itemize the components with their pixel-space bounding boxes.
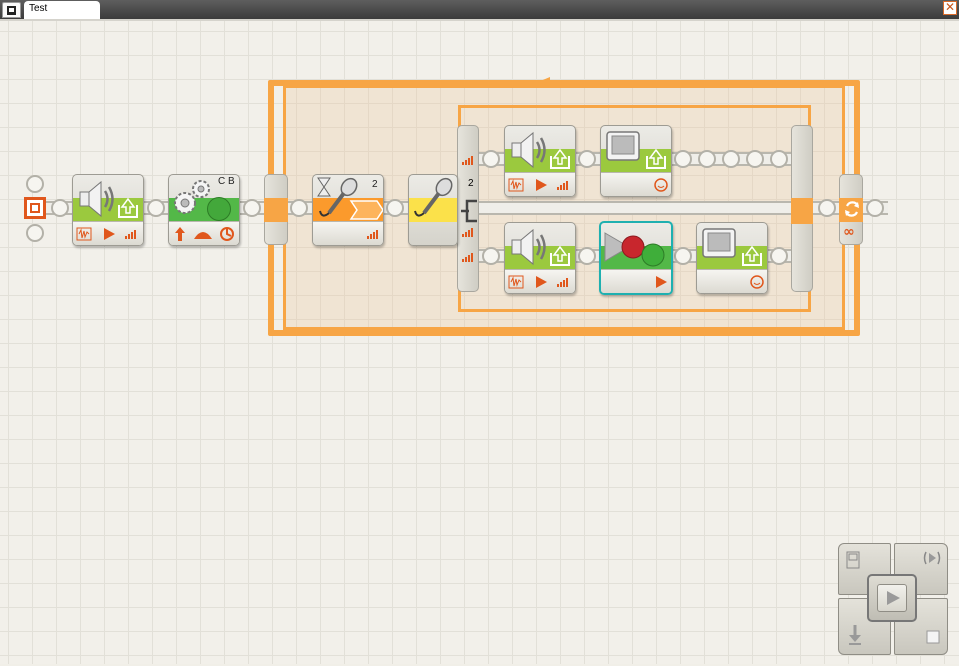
connector bbox=[386, 199, 404, 217]
duration-icon bbox=[220, 227, 234, 241]
volume-icon bbox=[125, 230, 137, 239]
play-icon bbox=[536, 276, 547, 288]
program-icon[interactable] bbox=[2, 2, 21, 18]
download-and-run-button[interactable] bbox=[867, 574, 917, 622]
display-block-upper[interactable] bbox=[600, 125, 672, 197]
connector bbox=[482, 247, 500, 265]
start-slot[interactable] bbox=[26, 224, 44, 242]
sound-block-lower[interactable] bbox=[504, 222, 576, 294]
tab-test[interactable]: Test bbox=[24, 1, 100, 19]
loop-direction-arrow-icon bbox=[538, 77, 564, 87]
display-icon bbox=[702, 228, 736, 258]
volume-icon bbox=[557, 181, 569, 190]
speaker-icon bbox=[511, 131, 546, 169]
program-canvas[interactable]: 2 ∞ C B 2 bbox=[0, 21, 959, 664]
switch-right-pillar[interactable] bbox=[791, 125, 813, 292]
connector bbox=[578, 247, 596, 265]
play-icon bbox=[887, 591, 900, 605]
signal-icon bbox=[367, 230, 379, 239]
smiley-icon bbox=[654, 178, 668, 192]
connector bbox=[482, 150, 500, 168]
power-indicator bbox=[207, 197, 231, 221]
record-play-block[interactable] bbox=[599, 221, 673, 295]
start-slot[interactable] bbox=[26, 175, 44, 193]
connector bbox=[674, 247, 692, 265]
title-bar: Test ✕ bbox=[0, 0, 959, 19]
upload-arrow-icon bbox=[118, 197, 138, 218]
sound-file-icon bbox=[508, 275, 524, 289]
switch-fork-icon bbox=[461, 199, 477, 223]
upload-arrow-icon bbox=[646, 148, 666, 169]
connector bbox=[147, 199, 165, 217]
connector bbox=[722, 150, 740, 168]
connector bbox=[866, 199, 884, 217]
sound-file-icon bbox=[508, 178, 524, 192]
upload-arrow-icon bbox=[550, 148, 570, 169]
infinity-icon: ∞ bbox=[843, 224, 855, 240]
switch-sensor-block[interactable] bbox=[408, 174, 458, 246]
connector bbox=[290, 199, 308, 217]
connector bbox=[746, 150, 764, 168]
signal-icon bbox=[462, 228, 474, 237]
record-play-icon bbox=[604, 232, 665, 267]
switch-left-pillar[interactable]: 2 bbox=[457, 125, 479, 292]
connector bbox=[674, 150, 692, 168]
compare-icon bbox=[349, 200, 383, 220]
start-point-icon[interactable] bbox=[24, 197, 46, 219]
move-block[interactable]: C B bbox=[168, 174, 240, 246]
connector bbox=[51, 199, 69, 217]
display-block-lower[interactable] bbox=[696, 222, 768, 294]
loop-start-pillar[interactable] bbox=[264, 174, 288, 245]
loop-end-pillar[interactable]: ∞ bbox=[839, 174, 863, 245]
upload-play-selected-icon bbox=[923, 551, 941, 565]
speaker-icon bbox=[511, 228, 546, 266]
play-icon bbox=[104, 228, 115, 240]
controller-icon bbox=[846, 551, 860, 569]
smiley-icon bbox=[750, 275, 764, 289]
steering-icon bbox=[194, 232, 212, 239]
connector bbox=[770, 150, 788, 168]
stop-icon bbox=[926, 630, 940, 644]
connector bbox=[818, 199, 836, 217]
connector bbox=[698, 150, 716, 168]
nxt-controller bbox=[838, 543, 948, 655]
sound-file-icon bbox=[76, 227, 92, 241]
volume-icon bbox=[557, 278, 569, 287]
speaker-icon bbox=[79, 180, 114, 218]
upload-arrow-icon bbox=[742, 245, 762, 266]
wait-sound-block[interactable]: 2 bbox=[312, 174, 384, 246]
play-icon bbox=[656, 276, 667, 288]
signal-icon bbox=[462, 156, 474, 165]
display-icon bbox=[606, 131, 640, 161]
connector bbox=[243, 199, 261, 217]
direction-icon bbox=[175, 227, 185, 241]
port-number: 2 bbox=[372, 179, 378, 190]
microphone-icon bbox=[414, 177, 453, 217]
sound-block-upper[interactable] bbox=[504, 125, 576, 197]
upload-arrow-icon bbox=[550, 245, 570, 266]
sound-block[interactable] bbox=[72, 174, 144, 246]
close-button[interactable]: ✕ bbox=[943, 1, 957, 15]
loop-arrows-icon bbox=[844, 201, 860, 217]
port-number: 2 bbox=[468, 178, 474, 189]
signal-icon bbox=[462, 253, 474, 262]
connector bbox=[770, 247, 788, 265]
connector bbox=[578, 150, 596, 168]
download-icon bbox=[849, 625, 861, 645]
play-icon bbox=[536, 179, 547, 191]
motor-ports: C B bbox=[218, 176, 235, 187]
